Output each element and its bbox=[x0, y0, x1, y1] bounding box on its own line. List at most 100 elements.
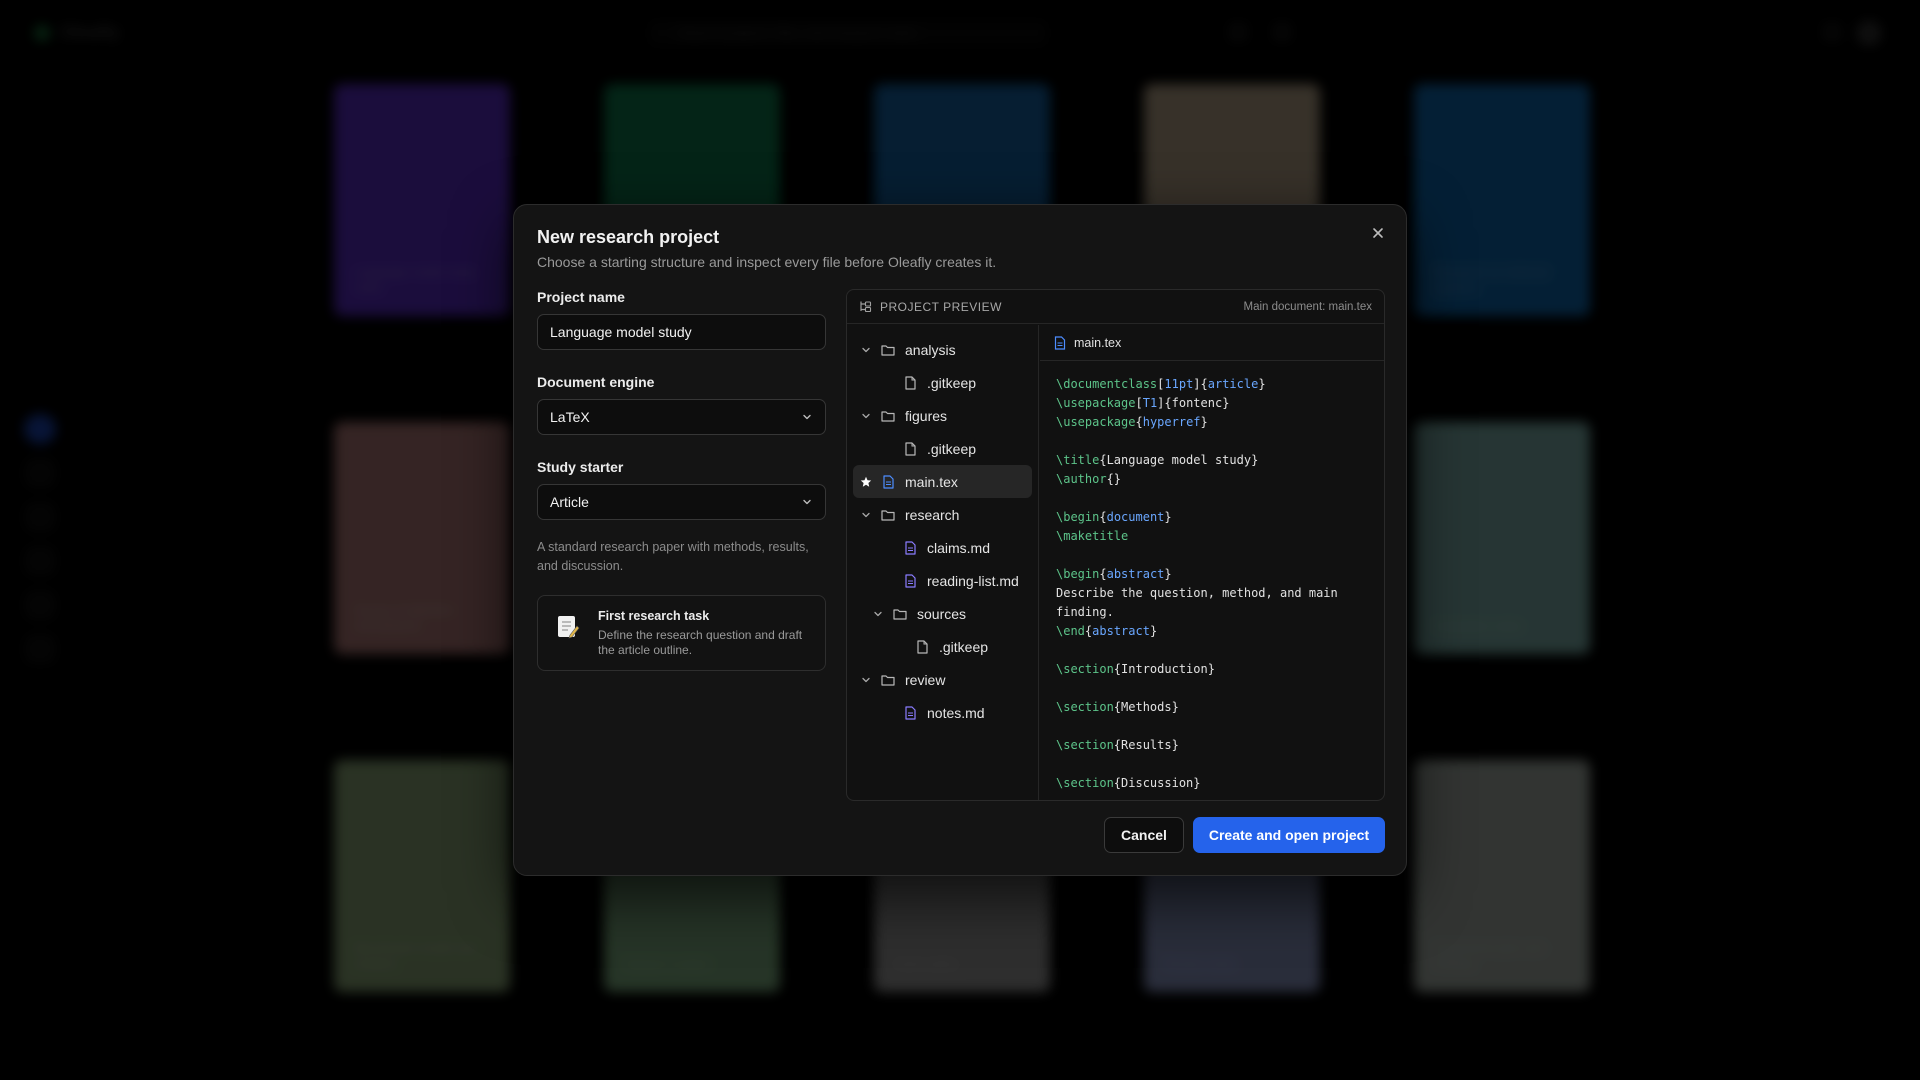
folder-icon bbox=[893, 606, 907, 622]
tree-folder[interactable]: figures bbox=[847, 399, 1038, 432]
code-line: \title{Language model study} bbox=[1056, 451, 1384, 470]
tree-item-label: .gitkeep bbox=[927, 440, 977, 457]
code-token: {} bbox=[1106, 472, 1122, 486]
close-button[interactable] bbox=[1366, 221, 1390, 245]
project-settings: Project name Document engine LaTeX Study… bbox=[537, 289, 826, 671]
chevron-down-icon[interactable] bbox=[859, 411, 873, 421]
code-token: \section bbox=[1056, 776, 1114, 790]
dialog-subtitle: Choose a starting structure and inspect … bbox=[537, 254, 997, 270]
folder-icon bbox=[881, 342, 895, 358]
project-name-label: Project name bbox=[537, 289, 625, 305]
project-name-input[interactable] bbox=[537, 314, 826, 350]
code-token: \begin bbox=[1056, 510, 1100, 524]
tree-item-label: reading-list.md bbox=[927, 572, 1019, 589]
first-task-card: First research task Define the research … bbox=[537, 595, 826, 671]
tree-folder[interactable]: review bbox=[847, 663, 1038, 696]
tex-file-icon bbox=[881, 474, 895, 490]
tree-file[interactable]: .gitkeep bbox=[847, 366, 1038, 399]
code-line: \begin{document} bbox=[1056, 508, 1384, 527]
code-line: \section{Results} bbox=[1056, 736, 1384, 755]
code-token: \section bbox=[1056, 738, 1114, 752]
star-icon bbox=[859, 476, 873, 488]
tree-folder[interactable]: research bbox=[847, 498, 1038, 531]
code-token: ]{ bbox=[1193, 377, 1208, 391]
code-token: } bbox=[1149, 624, 1158, 638]
tree-folder[interactable]: analysis bbox=[847, 333, 1038, 366]
document-engine-value: LaTeX bbox=[550, 409, 590, 425]
code-line: \author{} bbox=[1056, 470, 1384, 489]
code-token: \section bbox=[1056, 700, 1114, 714]
code-line: \usepackage{hyperref} bbox=[1056, 413, 1384, 432]
code-token: 11pt bbox=[1164, 377, 1194, 391]
tree-item-label: main.tex bbox=[905, 473, 958, 490]
tree-item-label: .gitkeep bbox=[927, 374, 977, 391]
chevron-down-icon[interactable] bbox=[859, 675, 873, 685]
code-token: } bbox=[1164, 567, 1172, 581]
code-token: Describe the question, method, and main bbox=[1056, 586, 1338, 600]
code-token: {Discussion} bbox=[1113, 776, 1201, 790]
document-engine-select[interactable]: LaTeX bbox=[537, 399, 826, 435]
code-line: \section{Methods} bbox=[1056, 698, 1384, 717]
chevron-down-icon[interactable] bbox=[859, 510, 873, 520]
cancel-button[interactable]: Cancel bbox=[1104, 817, 1184, 853]
open-file-tab[interactable]: main.tex bbox=[1040, 325, 1384, 361]
chevron-down-icon bbox=[803, 499, 811, 505]
code-token: \usepackage bbox=[1056, 415, 1136, 429]
open-file-name: main.tex bbox=[1074, 335, 1122, 350]
tree-file[interactable]: claims.md bbox=[847, 531, 1038, 564]
file-icon bbox=[915, 639, 929, 655]
code-token: abstract bbox=[1092, 624, 1150, 638]
tree-file[interactable]: notes.md bbox=[847, 696, 1038, 729]
code-line: \maketitle bbox=[1056, 527, 1384, 546]
code-token: hyperref bbox=[1142, 415, 1201, 429]
study-starter-label: Study starter bbox=[537, 459, 624, 475]
study-starter-select[interactable]: Article bbox=[537, 484, 826, 520]
close-icon bbox=[1373, 228, 1383, 238]
markdown-file-icon bbox=[903, 573, 917, 589]
code-line: \documentclass[11pt]{article} bbox=[1056, 375, 1384, 394]
new-project-dialog: New research project Choose a starting s… bbox=[513, 204, 1407, 876]
chevron-down-icon[interactable] bbox=[871, 609, 885, 619]
code-token: \title bbox=[1056, 453, 1100, 467]
code-line: \begin{abstract} bbox=[1056, 565, 1384, 584]
code-token: {Language model study} bbox=[1099, 453, 1259, 467]
tree-file[interactable]: main.tex bbox=[853, 465, 1032, 498]
folder-icon bbox=[881, 507, 895, 523]
tree-file[interactable]: .gitkeep bbox=[847, 432, 1038, 465]
tree-file[interactable]: reading-list.md bbox=[847, 564, 1038, 597]
code-line: finding. bbox=[1056, 603, 1384, 622]
tree-item-label: figures bbox=[905, 407, 948, 424]
document-icon bbox=[1054, 335, 1066, 350]
dialog-title: New research project bbox=[537, 227, 720, 247]
code-token: T1 bbox=[1142, 396, 1158, 410]
code-token: \author bbox=[1056, 472, 1107, 486]
code-line: \section{Discussion} bbox=[1056, 774, 1384, 793]
code-token: \section bbox=[1056, 662, 1114, 676]
tree-file[interactable]: .gitkeep bbox=[847, 630, 1038, 663]
chevron-down-icon[interactable] bbox=[859, 345, 873, 355]
code-token: \usepackage bbox=[1056, 396, 1136, 410]
tree-item-label: analysis bbox=[905, 341, 956, 358]
create-project-button[interactable]: Create and open project bbox=[1193, 817, 1385, 853]
tree-item-label: notes.md bbox=[927, 704, 985, 721]
code-token: ]{fontenc} bbox=[1157, 396, 1230, 410]
file-icon bbox=[903, 441, 917, 457]
tree-item-label: review bbox=[905, 671, 946, 688]
code-token: } bbox=[1164, 510, 1172, 524]
tree-folder[interactable]: sources bbox=[847, 597, 1038, 630]
code-line: \end{abstract} bbox=[1056, 622, 1384, 641]
code-token: { bbox=[1099, 510, 1107, 524]
folder-icon bbox=[881, 408, 895, 424]
project-preview: PROJECT PREVIEW Main document: main.tex … bbox=[846, 289, 1385, 801]
code-token: {Methods} bbox=[1113, 700, 1179, 714]
chevron-down-icon bbox=[803, 414, 811, 420]
code-token: [ bbox=[1135, 396, 1143, 410]
code-body: \documentclass[11pt]{article} \usepackage… bbox=[1040, 361, 1384, 793]
